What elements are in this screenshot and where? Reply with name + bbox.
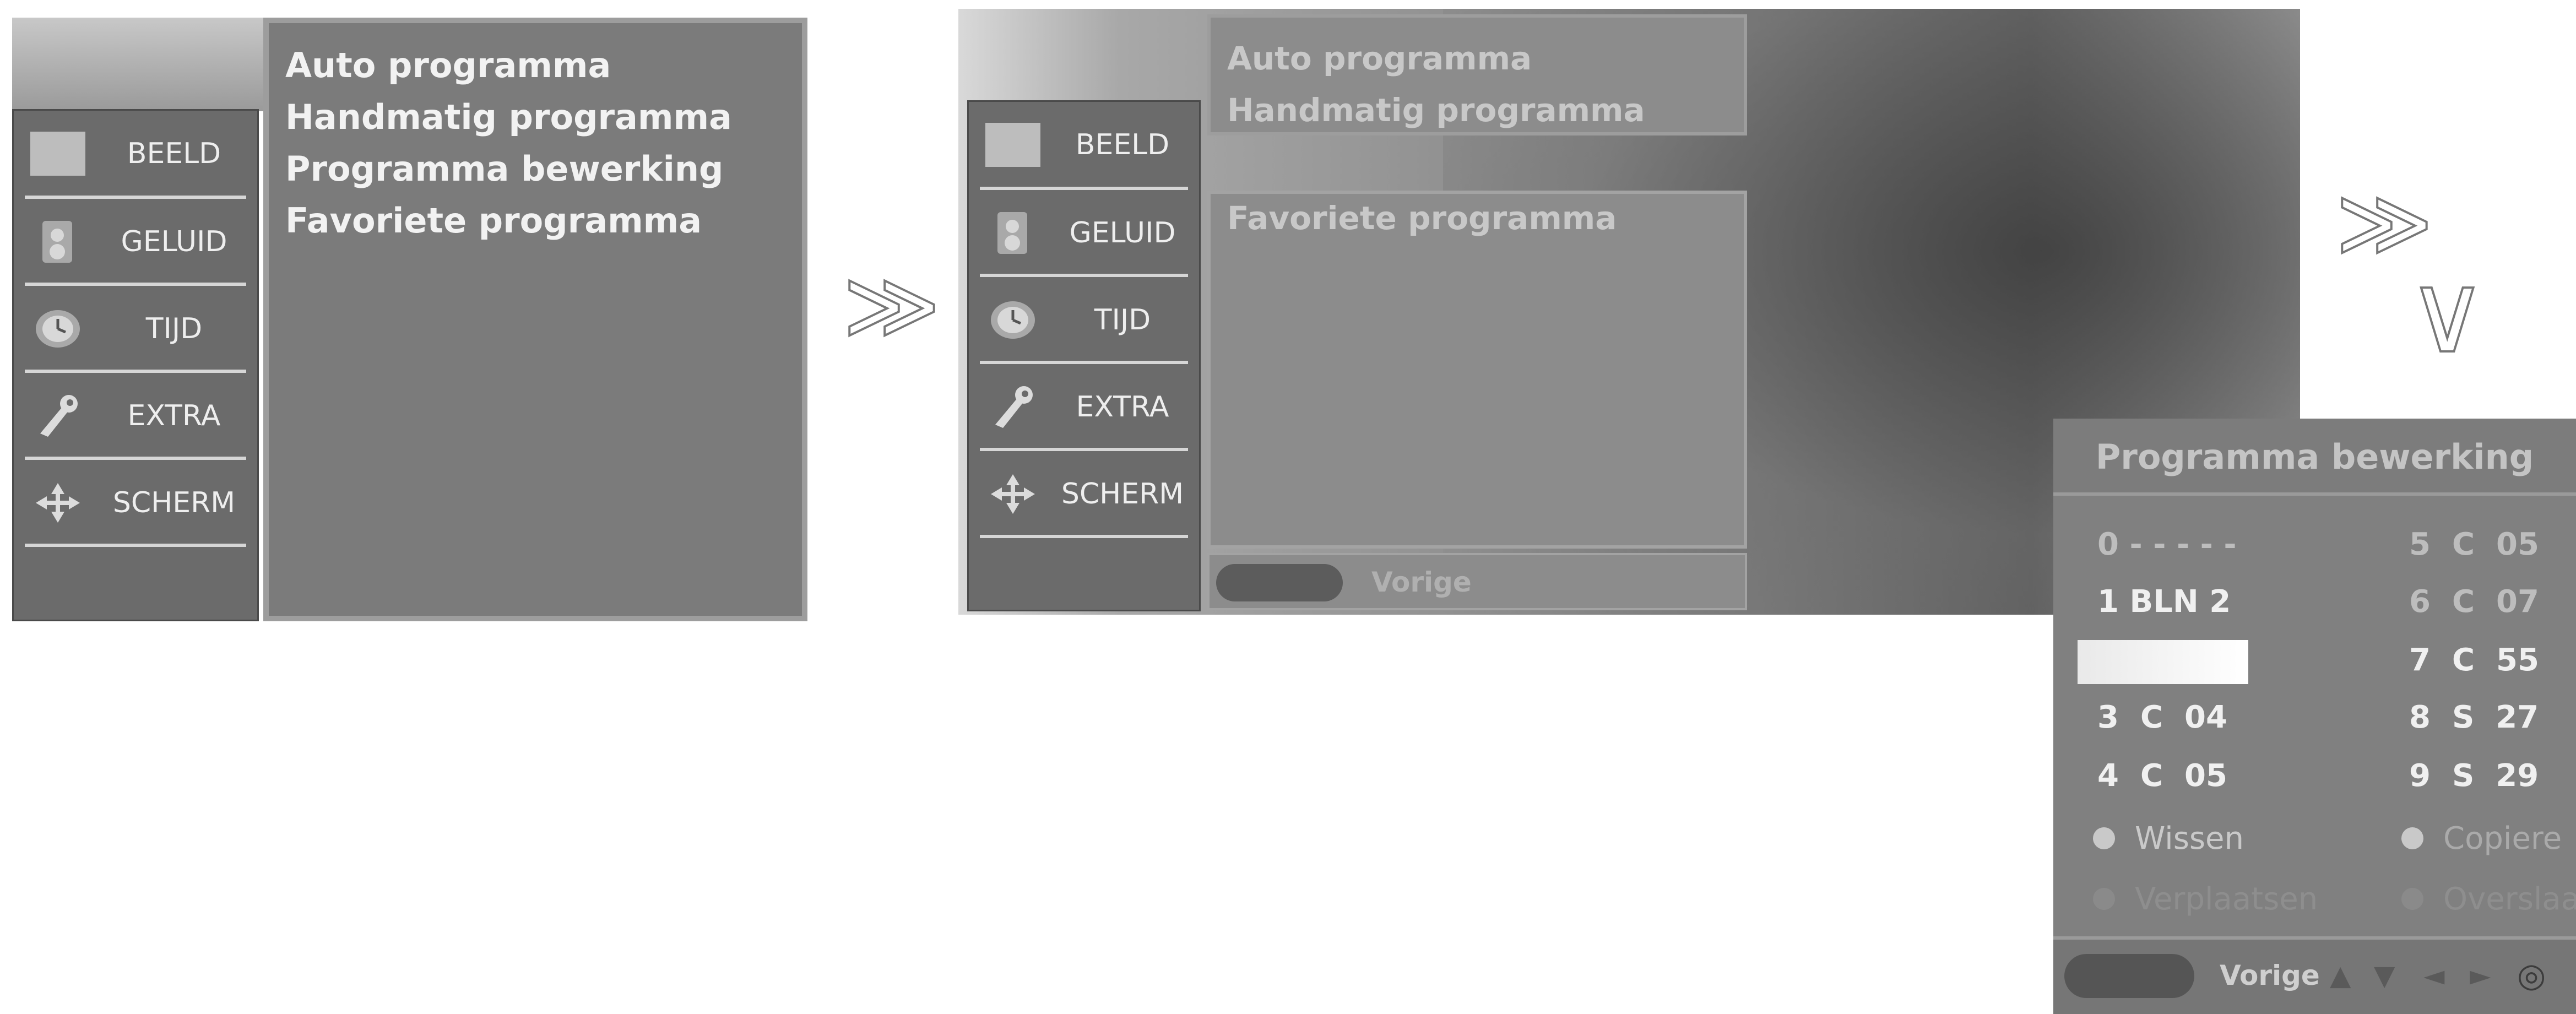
menu-item-label: SCHERM [112, 486, 236, 519]
back-button[interactable] [1216, 564, 1343, 601]
down-arrow-icon: ∨ [2406, 250, 2488, 378]
menu-item-geluid[interactable]: GELUID [14, 199, 257, 285]
menu-item-tijd[interactable]: TIJD [14, 286, 257, 372]
menu-item-tijd[interactable]: TIJD [969, 277, 1199, 363]
back-label: Vorige [2220, 959, 2320, 991]
programme-entry[interactable]: 0 - - - - - [2097, 527, 2237, 562]
option-programma-bewerking[interactable]: Programma bewerking [285, 149, 723, 189]
menu-item-label: TIJD [145, 312, 203, 345]
main-menu-sidebar: BEELD GELUID TIJD EXTRA SCHERM [967, 100, 1201, 611]
wrench-icon [30, 394, 85, 438]
programme-entry[interactable]: 9 S 29 [2409, 758, 2539, 794]
menu-item-scherm[interactable]: SCHERM [14, 460, 257, 546]
clock-icon [985, 298, 1040, 342]
main-menu-sidebar: BEELD GELUID TIJD EXTRA SCHERM [12, 109, 259, 621]
down-arrow-icon[interactable]: ▼ [2374, 959, 2395, 991]
move-icon [30, 481, 85, 525]
menu-item-label: SCHERM [1061, 478, 1184, 511]
dialog-title: Programma bewerking [2095, 437, 2534, 477]
channel-submenu-top: Auto programma Handmatig programma [1207, 14, 1747, 135]
menu-header-bar [12, 18, 264, 111]
action-wissen[interactable]: Wissen [2135, 821, 2244, 856]
right-arrow-icon[interactable]: ► [2470, 959, 2491, 991]
menu-item-label: BEELD [127, 137, 221, 170]
menu-item-geluid[interactable]: GELUID [969, 190, 1199, 276]
programme-entry[interactable]: 8 S 27 [2409, 700, 2539, 735]
clock-icon [30, 307, 85, 351]
action-copieren[interactable]: Copiere [2443, 821, 2562, 856]
menu-item-scherm[interactable]: SCHERM [969, 451, 1199, 537]
option-favoriete-programma[interactable]: Favoriete programma [1227, 199, 1617, 237]
programme-entry[interactable]: 3 C 04 [2097, 700, 2227, 735]
option-handmatig-programma[interactable]: Handmatig programma [1227, 91, 1645, 129]
menu-item-beeld[interactable]: BEELD [969, 102, 1199, 188]
channel-submenu: Auto programma Handmatig programma Progr… [263, 18, 807, 621]
up-arrow-icon[interactable]: ▲ [2330, 959, 2351, 991]
picture-icon [30, 132, 85, 176]
left-arrow-icon[interactable]: ◄ [2423, 959, 2444, 991]
menu-item-label: TIJD [1094, 303, 1151, 337]
back-button[interactable] [2064, 954, 2194, 998]
programme-entry[interactable]: 5 C 05 [2409, 527, 2539, 562]
action-overslaan[interactable]: Overslaan [2443, 881, 2576, 917]
submenu-footer: Vorige [1207, 553, 1747, 610]
menu-item-beeld[interactable]: BEELD [14, 111, 257, 197]
option-auto-programma[interactable]: Auto programma [285, 45, 611, 85]
menu-item-extra[interactable]: EXTRA [969, 364, 1199, 450]
programme-entry[interactable]: 4 C 05 [2097, 758, 2227, 794]
verplaatsen-dot-icon [2093, 888, 2115, 910]
overslaan-dot-icon [2401, 888, 2423, 910]
action-verplaatsen[interactable]: Verplaatsen [2135, 881, 2318, 917]
ok-button-icon[interactable]: ◎ [2517, 956, 2546, 995]
programme-entry[interactable]: 1 BLN 2 [2097, 584, 2231, 620]
option-favoriete-programma[interactable]: Favoriete programma [285, 200, 702, 241]
option-auto-programma[interactable]: Auto programma [1227, 40, 1532, 77]
option-handmatig-programma[interactable]: Handmatig programma [285, 97, 732, 137]
menu-item-label: EXTRA [127, 399, 221, 432]
programme-entry[interactable]: 6 C 07 [2409, 584, 2539, 620]
wissen-dot-icon [2093, 827, 2115, 849]
move-icon [985, 472, 1040, 516]
programme-entry[interactable]: 7 C 55 [2409, 642, 2539, 678]
speaker-icon [30, 220, 85, 264]
menu-item-label: EXTRA [1076, 391, 1169, 424]
copieren-dot-icon [2401, 827, 2423, 849]
wrench-icon [985, 385, 1040, 429]
channel-submenu-main: Favoriete programma [1207, 191, 1747, 549]
speaker-icon [985, 211, 1040, 255]
menu-item-extra[interactable]: EXTRA [14, 373, 257, 459]
selected-programme-highlight[interactable] [2078, 640, 2248, 684]
menu-item-label: BEELD [1075, 128, 1170, 161]
next-step-arrow-icon: ≫ [842, 251, 942, 360]
back-label: Vorige [1371, 566, 1472, 598]
menu-item-label: GELUID [121, 225, 227, 258]
menu-item-label: GELUID [1069, 216, 1176, 250]
picture-icon [985, 123, 1040, 167]
